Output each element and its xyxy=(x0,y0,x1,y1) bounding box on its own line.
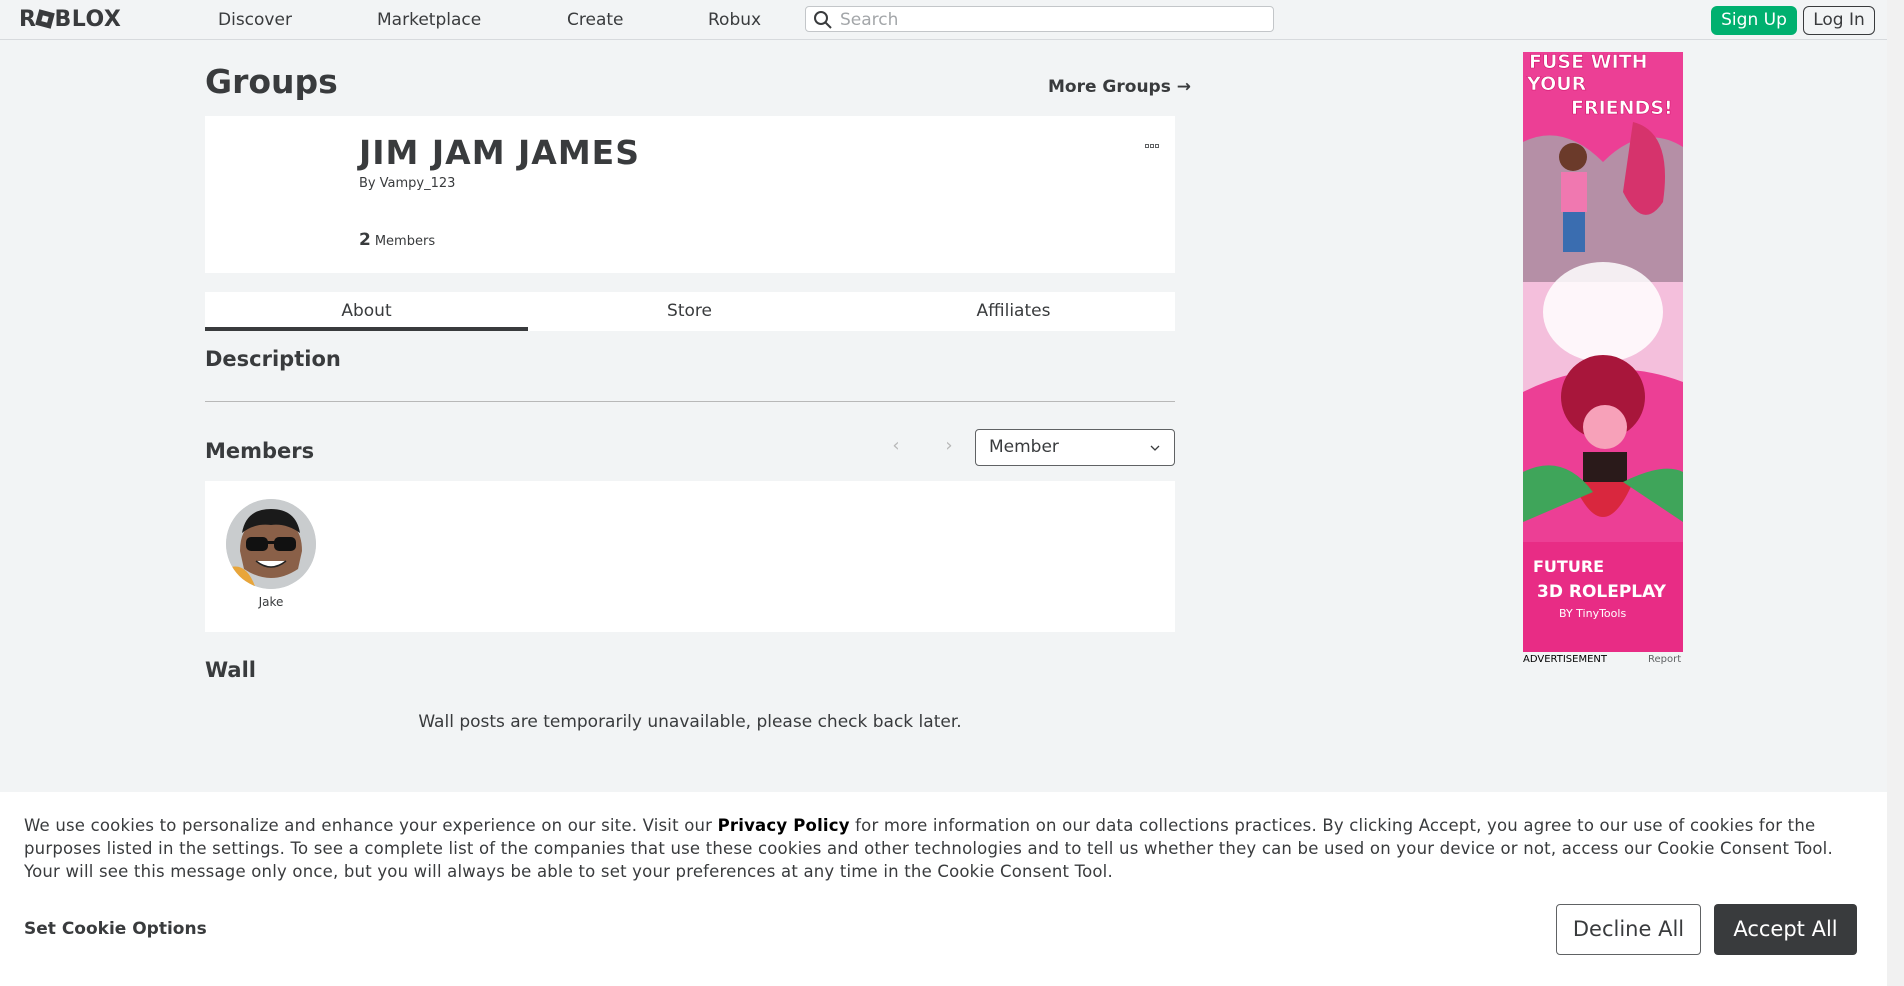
member-name[interactable]: Jake xyxy=(225,595,317,609)
section-divider xyxy=(205,401,1175,402)
search-input[interactable] xyxy=(838,7,1262,33)
wall-heading: Wall xyxy=(205,658,256,682)
by-label: By xyxy=(359,176,376,191)
top-nav: R BLOX Discover Marketplace Create Robux … xyxy=(0,0,1887,40)
privacy-policy-link[interactable]: Privacy Policy xyxy=(718,816,850,835)
set-cookie-options-link[interactable]: Set Cookie Options xyxy=(24,919,207,939)
avatar-image xyxy=(226,499,316,589)
wall-unavailable-message: Wall posts are temporarily unavailable, … xyxy=(418,712,962,732)
svg-text:FUTURE: FUTURE xyxy=(1533,557,1604,576)
nav-discover[interactable]: Discover xyxy=(218,9,292,31)
cookie-message: We use cookies to personalize and enhanc… xyxy=(24,814,1864,883)
tab-affiliates[interactable]: Affiliates xyxy=(852,292,1175,331)
tab-about[interactable]: About xyxy=(205,292,528,331)
svg-text:YOUR: YOUR xyxy=(1526,73,1587,95)
nav-create[interactable]: Create xyxy=(567,9,624,31)
more-groups-link[interactable]: More Groups → xyxy=(1048,77,1191,97)
decline-all-button[interactable]: Decline All xyxy=(1556,904,1701,955)
svg-text:FUSE WITH: FUSE WITH xyxy=(1529,52,1648,73)
role-dropdown-value: Member xyxy=(989,437,1059,457)
roblox-logo[interactable]: R BLOX xyxy=(19,8,121,32)
members-heading: Members xyxy=(205,439,315,463)
svg-text:FRIENDS!: FRIENDS! xyxy=(1571,97,1673,119)
group-tabs: About Store Affiliates xyxy=(205,292,1175,331)
group-member-count: 2 Members xyxy=(359,230,435,250)
report-ad-link[interactable]: Report xyxy=(1648,654,1681,665)
page-title: Groups xyxy=(205,62,338,101)
members-list: Jake xyxy=(205,481,1175,632)
search-box[interactable] xyxy=(805,6,1274,33)
svg-text:3D ROLEPLAY: 3D ROLEPLAY xyxy=(1537,582,1667,602)
advertisement-banner[interactable]: FUSE WITH YOUR FRIENDS! FUTURE 3D ROLEPL… xyxy=(1523,52,1683,652)
ad-artwork: FUSE WITH YOUR FRIENDS! FUTURE 3D ROLEPL… xyxy=(1523,52,1683,652)
prev-page-icon[interactable]: ‹ xyxy=(886,435,906,457)
search-icon xyxy=(814,11,832,29)
members-label: Members xyxy=(374,234,436,249)
group-owner-link[interactable]: Vampy_123 xyxy=(380,176,456,191)
tab-store[interactable]: Store xyxy=(528,292,851,331)
nav-robux[interactable]: Robux xyxy=(708,9,761,31)
group-header-card: JIM JAM JAMES By Vampy_123 2 Members xyxy=(205,116,1175,273)
page-scrollbar[interactable] xyxy=(1887,0,1904,986)
nav-marketplace[interactable]: Marketplace xyxy=(377,9,481,31)
role-dropdown[interactable]: Member xyxy=(975,429,1175,466)
sign-up-button[interactable]: Sign Up xyxy=(1711,6,1797,35)
description-heading: Description xyxy=(205,347,341,371)
group-name: JIM JAM JAMES xyxy=(359,133,640,172)
cookie-text-before: We use cookies to personalize and enhanc… xyxy=(24,816,718,835)
ad-label: ADVERTISEMENT xyxy=(1523,654,1608,665)
accept-all-button[interactable]: Accept All xyxy=(1714,904,1857,955)
group-owner-line: By Vampy_123 xyxy=(359,176,455,191)
member-count-value: 2 xyxy=(359,230,371,250)
cookie-banner: We use cookies to personalize and enhanc… xyxy=(0,792,1887,986)
member-card[interactable]: Jake xyxy=(225,499,317,609)
log-in-button[interactable]: Log In xyxy=(1803,6,1875,35)
next-page-icon[interactable]: › xyxy=(939,435,959,457)
more-options-icon[interactable] xyxy=(1145,133,1163,148)
avatar[interactable] xyxy=(226,499,316,589)
svg-text:BY TinyTools: BY TinyTools xyxy=(1559,607,1626,620)
chevron-down-icon xyxy=(1150,445,1160,451)
